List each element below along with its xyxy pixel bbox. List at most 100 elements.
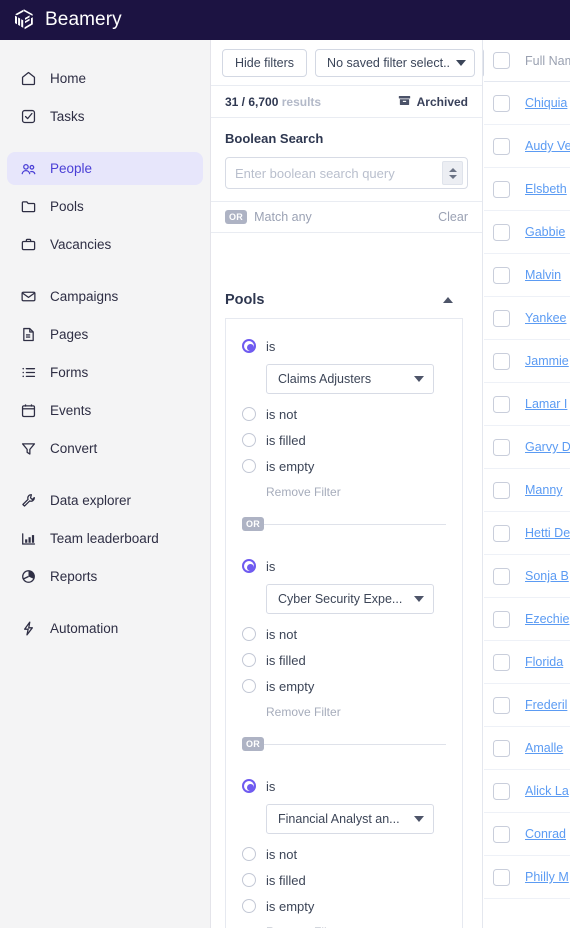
filter-option-is[interactable]: is <box>242 333 446 359</box>
person-name-link[interactable]: Manny <box>525 483 563 497</box>
row-checkbox[interactable] <box>493 696 510 714</box>
person-name-link[interactable]: Frederil <box>525 698 567 712</box>
hide-filters-button[interactable]: Hide filters <box>222 48 308 77</box>
remove-filter-link[interactable]: Remove Filter <box>266 485 341 499</box>
person-name-link[interactable]: Gabbie <box>525 225 565 239</box>
remove-filter-link[interactable]: Remove Filter <box>266 705 341 719</box>
person-name-link[interactable]: Audy Ve <box>525 139 570 153</box>
table-row[interactable]: Elsbeth <box>484 168 570 211</box>
filter-option-is-empty[interactable]: is empty <box>242 453 446 479</box>
person-name-link[interactable]: Chiquia <box>525 96 567 110</box>
sidebar-item-automation[interactable]: Automation <box>7 612 203 645</box>
sidebar-item-pages[interactable]: Pages <box>7 318 203 351</box>
table-row[interactable]: Alick La <box>484 770 570 813</box>
row-checkbox[interactable] <box>493 567 510 585</box>
chevron-up-icon[interactable] <box>443 297 453 303</box>
match-any-toggle[interactable]: OR Match any <box>225 210 312 224</box>
filter-option-is-not[interactable]: is not <box>242 841 446 867</box>
person-name-link[interactable]: Ezechie <box>525 612 569 626</box>
sidebar-item-people[interactable]: People <box>7 152 203 185</box>
sidebar-item-forms[interactable]: Forms <box>7 356 203 389</box>
table-row[interactable]: Yankee <box>484 297 570 340</box>
pool-value-select[interactable]: Claims Adjusters <box>266 364 434 394</box>
clear-filters-link[interactable]: Clear <box>438 210 468 224</box>
table-row[interactable]: Audy Ve <box>484 125 570 168</box>
table-row[interactable]: Florida <box>484 641 570 684</box>
table-row[interactable]: Chiquia <box>484 82 570 125</box>
row-checkbox[interactable] <box>493 395 510 413</box>
person-name-link[interactable]: Yankee <box>525 311 566 325</box>
table-row[interactable]: Manny <box>484 469 570 512</box>
row-checkbox[interactable] <box>493 653 510 671</box>
table-row[interactable]: Lamar I <box>484 383 570 426</box>
person-name-link[interactable]: Philly M <box>525 870 569 884</box>
archived-toggle[interactable]: Archived <box>398 94 468 110</box>
sidebar-item-tasks[interactable]: Tasks <box>7 100 203 133</box>
select-all-checkbox[interactable] <box>493 52 510 69</box>
saved-filter-select[interactable]: No saved filter select... <box>315 48 476 77</box>
person-name-link[interactable]: Garvy D <box>525 440 570 454</box>
row-checkbox[interactable] <box>493 223 510 241</box>
pools-section-header[interactable]: Pools <box>211 280 483 318</box>
person-name-link[interactable]: Lamar I <box>525 397 567 411</box>
filter-option-is-filled[interactable]: is filled <box>242 647 446 673</box>
table-row[interactable]: Ezechie <box>484 598 570 641</box>
table-row[interactable]: Frederil <box>484 684 570 727</box>
filter-option-is-filled[interactable]: is filled <box>242 427 446 453</box>
sidebar-item-data-explorer[interactable]: Data explorer <box>7 484 203 517</box>
table-row[interactable]: Amalle <box>484 727 570 770</box>
row-checkbox[interactable] <box>493 352 510 370</box>
filter-option-is-filled[interactable]: is filled <box>242 867 446 893</box>
filter-option-is-not[interactable]: is not <box>242 401 446 427</box>
person-name-link[interactable]: Florida <box>525 655 563 669</box>
person-name-link[interactable]: Malvin <box>525 268 561 282</box>
table-row[interactable]: Philly M <box>484 856 570 899</box>
row-checkbox[interactable] <box>493 438 510 456</box>
table-row[interactable]: Malvin <box>484 254 570 297</box>
person-name-link[interactable]: Conrad <box>525 827 566 841</box>
row-checkbox[interactable] <box>493 309 510 327</box>
person-name-link[interactable]: Sonja B <box>525 569 569 583</box>
row-checkbox[interactable] <box>493 137 510 155</box>
row-checkbox[interactable] <box>493 266 510 284</box>
row-checkbox[interactable] <box>493 739 510 757</box>
person-name-link[interactable]: Elsbeth <box>525 182 567 196</box>
wrench-icon <box>20 492 37 509</box>
filter-option-label: is not <box>266 406 298 422</box>
filter-option-is-empty[interactable]: is empty <box>242 893 446 919</box>
filter-option-is[interactable]: is <box>242 553 446 579</box>
sidebar-item-convert[interactable]: Convert <box>7 432 203 465</box>
row-checkbox[interactable] <box>493 481 510 499</box>
table-row[interactable]: Gabbie <box>484 211 570 254</box>
table-row[interactable]: Conrad <box>484 813 570 856</box>
filter-option-is-empty[interactable]: is empty <box>242 673 446 699</box>
sidebar-item-reports[interactable]: Reports <box>7 560 203 593</box>
updown-stepper-icon[interactable] <box>442 161 463 185</box>
filter-option-is[interactable]: is <box>242 773 446 799</box>
sidebar-item-events[interactable]: Events <box>7 394 203 427</box>
row-checkbox[interactable] <box>493 524 510 542</box>
table-row[interactable]: Garvy D <box>484 426 570 469</box>
table-row[interactable]: Jammie <box>484 340 570 383</box>
pool-value-select[interactable]: Financial Analyst an... <box>266 804 434 834</box>
row-checkbox[interactable] <box>493 782 510 800</box>
row-checkbox[interactable] <box>493 825 510 843</box>
row-checkbox[interactable] <box>493 180 510 198</box>
row-checkbox[interactable] <box>493 610 510 628</box>
person-name-link[interactable]: Amalle <box>525 741 563 755</box>
person-name-link[interactable]: Alick La <box>525 784 569 798</box>
table-row[interactable]: Hetti De <box>484 512 570 555</box>
row-checkbox[interactable] <box>493 94 510 112</box>
table-row[interactable]: Sonja B <box>484 555 570 598</box>
pool-value-select[interactable]: Cyber Security Expe... <box>266 584 434 614</box>
sidebar-item-pools[interactable]: Pools <box>7 190 203 223</box>
sidebar-item-team-leaderboard[interactable]: Team leaderboard <box>7 522 203 555</box>
person-name-link[interactable]: Hetti De <box>525 526 570 540</box>
sidebar-item-home[interactable]: Home <box>7 62 203 95</box>
sidebar-item-campaigns[interactable]: Campaigns <box>7 280 203 313</box>
filter-option-is-not[interactable]: is not <box>242 621 446 647</box>
boolean-search-input[interactable] <box>235 165 442 181</box>
person-name-link[interactable]: Jammie <box>525 354 569 368</box>
row-checkbox[interactable] <box>493 868 510 886</box>
sidebar-item-vacancies[interactable]: Vacancies <box>7 228 203 261</box>
